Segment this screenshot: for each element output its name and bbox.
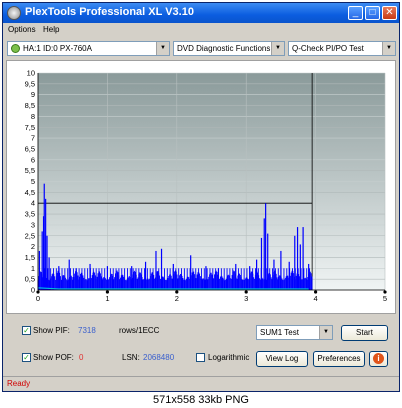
image-footer-caption: 571x558 33kb PNG xyxy=(0,392,402,408)
function-select[interactable]: DVD Diagnostic Functions ▼ xyxy=(173,41,285,56)
y-tick-label: 7 xyxy=(31,134,35,143)
pi-po-chart: 0 0,5 1 1,5 2 2,5 3 3,5 4 4,5 5 5,5 6 6,5 7 7,5 8 8,5 9 9,5… xyxy=(6,60,396,314)
start-button[interactable]: Start xyxy=(341,325,388,341)
y-tick-label: 9,5 xyxy=(25,79,35,88)
show-pif-label: Show PIF: xyxy=(33,326,70,335)
chevron-down-icon[interactable]: ▼ xyxy=(271,42,284,55)
view-log-button[interactable]: View Log xyxy=(256,351,308,367)
menu-bar: Options Help xyxy=(3,23,399,37)
y-tick-label: 2,5 xyxy=(25,231,35,240)
y-tick-label: 3,5 xyxy=(25,210,35,219)
logarithmic-label: Logarithmic xyxy=(208,353,250,362)
app-window: PlexTools Professional XL V3.10 _ □ ✕ Op… xyxy=(2,2,400,392)
preferences-button[interactable]: Preferences xyxy=(313,351,365,367)
y-tick-label: 5 xyxy=(31,177,35,186)
status-text: Ready xyxy=(7,379,31,388)
y-tick-label: 4,5 xyxy=(25,188,35,197)
chevron-down-icon[interactable]: ▼ xyxy=(319,326,332,339)
logarithmic-checkbox[interactable] xyxy=(196,353,205,362)
pof-value: 0 xyxy=(79,353,84,362)
show-pof-label: Show POF: xyxy=(33,353,74,362)
info-icon: i xyxy=(373,353,384,364)
y-tick-label: 2 xyxy=(31,242,35,251)
y-tick-label: 6,5 xyxy=(25,144,35,153)
test-select[interactable]: Q-Check PI/PO Test ▼ xyxy=(288,41,396,56)
x-tick-label: 1 xyxy=(105,294,109,303)
menu-help[interactable]: Help xyxy=(43,25,59,34)
y-tick-label: 10 xyxy=(27,69,35,78)
y-tick-label: 8,5 xyxy=(25,101,35,110)
x-tick-label: 5 xyxy=(383,294,387,303)
drive-select[interactable]: HA:1 ID:0 PX-760A ▼ xyxy=(7,41,170,56)
menu-options[interactable]: Options xyxy=(8,25,36,34)
lsn-label: LSN: xyxy=(122,353,140,362)
drive-select-value: HA:1 ID:0 PX-760A xyxy=(23,44,92,53)
y-tick-label: 4 xyxy=(31,199,35,208)
chevron-down-icon[interactable]: ▼ xyxy=(156,42,169,55)
minimize-button[interactable]: _ xyxy=(348,6,363,20)
y-tick-label: 9 xyxy=(31,90,35,99)
x-tick-label: 3 xyxy=(244,294,248,303)
y-tick-label: 6 xyxy=(31,155,35,164)
y-tick-label: 7,5 xyxy=(25,123,35,132)
y-tick-label: 8 xyxy=(31,112,35,121)
controls-panel: ✓ Show PIF: 7318 rows/1ECC SUM1 Test ▼ S… xyxy=(3,316,399,376)
y-tick-label: 1 xyxy=(31,264,35,273)
y-tick-label: 5,5 xyxy=(25,166,35,175)
info-button[interactable]: i xyxy=(369,351,388,367)
x-tick-label: 2 xyxy=(175,294,179,303)
drive-icon xyxy=(11,44,20,54)
chevron-down-icon[interactable]: ▼ xyxy=(382,42,395,55)
maximize-button[interactable]: □ xyxy=(365,6,380,20)
chart-svg: 00,511,522,533,544,555,566,577,588,599,5… xyxy=(25,69,388,304)
lsn-value: 2068480 xyxy=(143,353,175,362)
status-bar: Ready xyxy=(3,376,399,391)
y-tick-label: 0,5 xyxy=(25,275,35,284)
function-select-value: DVD Diagnostic Functions xyxy=(177,44,271,53)
close-button[interactable]: ✕ xyxy=(382,6,397,20)
show-pof-checkbox[interactable]: ✓ xyxy=(22,353,31,362)
pif-unit-label: rows/1ECC xyxy=(119,326,160,335)
test-select-value: Q-Check PI/PO Test xyxy=(292,44,364,53)
x-tick-label: 0 xyxy=(36,294,40,303)
title-bar[interactable]: PlexTools Professional XL V3.10 _ □ ✕ xyxy=(3,3,399,23)
sum-test-select[interactable]: SUM1 Test ▼ xyxy=(256,325,333,340)
y-tick-label: 1,5 xyxy=(25,253,35,262)
x-tick-label: 4 xyxy=(314,294,318,303)
sum-test-select-value: SUM1 Test xyxy=(260,328,299,337)
window-title: PlexTools Professional XL V3.10 xyxy=(25,6,194,18)
disc-icon xyxy=(7,6,21,20)
pif-value: 7318 xyxy=(78,326,96,335)
y-tick-label: 0 xyxy=(31,286,35,295)
y-tick-label: 3 xyxy=(31,220,35,229)
show-pif-checkbox[interactable]: ✓ xyxy=(22,326,31,335)
